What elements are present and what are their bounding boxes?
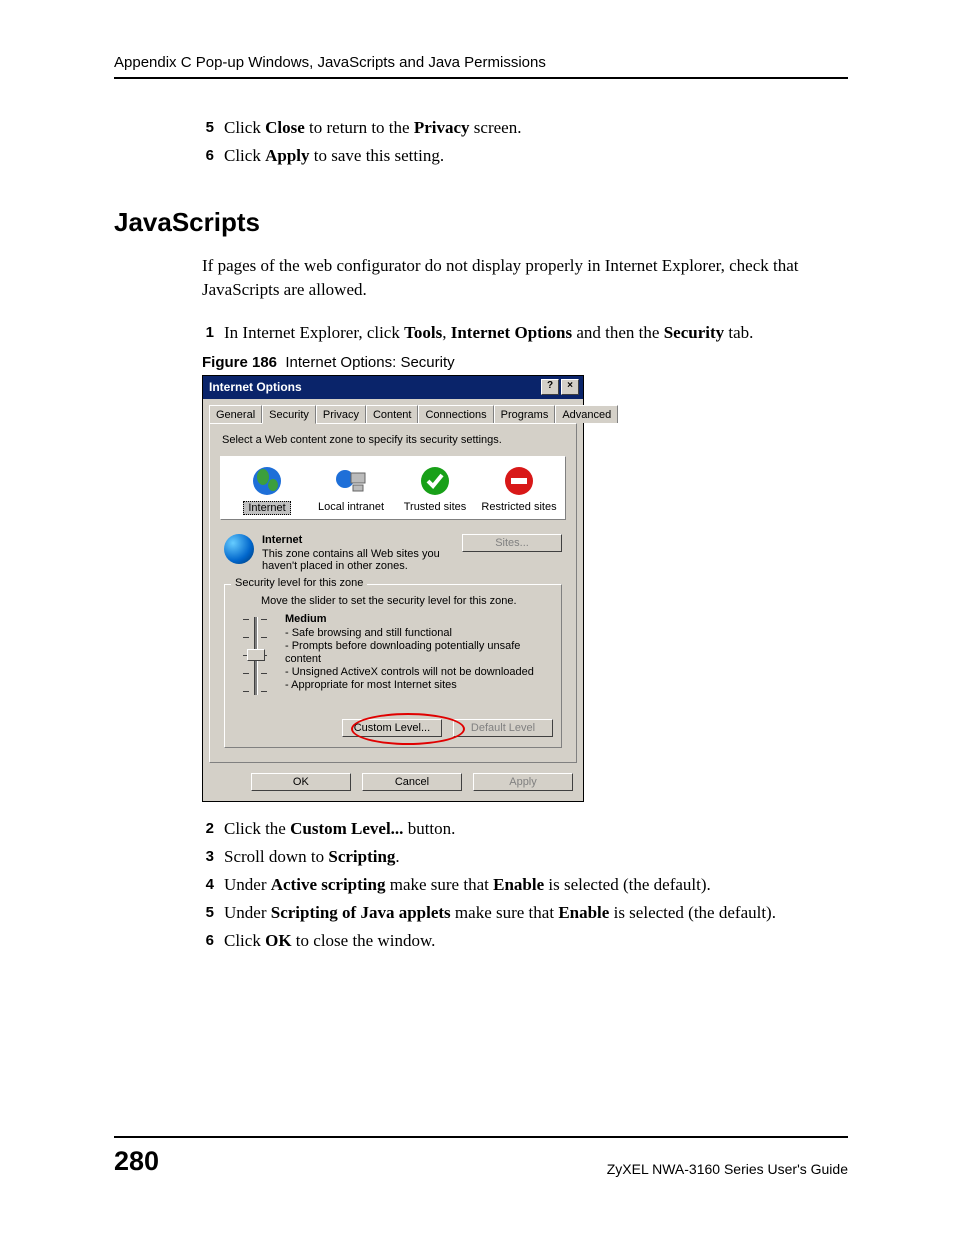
- tab-panel: Select a Web content zone to specify its…: [209, 423, 577, 763]
- close-icon[interactable]: ×: [561, 379, 579, 395]
- security-level-group: Security level for this zone Move the sl…: [224, 584, 562, 748]
- ok-button[interactable]: OK: [251, 773, 351, 791]
- help-icon[interactable]: ?: [541, 379, 559, 395]
- zone-detail-title: Internet: [262, 534, 454, 546]
- guide-title: ZyXEL NWA-3160 Series User's Guide: [607, 1161, 848, 1177]
- step-1: 1In Internet Explorer, click Tools, Inte…: [202, 320, 848, 346]
- zone-detail-text: This zone contains all Web sites you hav…: [262, 548, 440, 572]
- zone-label: Restricted sites: [481, 501, 556, 513]
- zone-trusted-sites[interactable]: Trusted sites: [393, 465, 477, 515]
- tab-advanced[interactable]: Advanced: [555, 405, 618, 423]
- tab-privacy[interactable]: Privacy: [316, 405, 366, 423]
- internet-options-dialog: Internet Options ? × GeneralSecurityPriv…: [202, 375, 584, 802]
- tab-programs[interactable]: Programs: [494, 405, 556, 423]
- intro-paragraph: If pages of the web configurator do not …: [202, 254, 848, 302]
- step-number: 5: [196, 115, 214, 141]
- security-description: Medium - Safe browsing and still functio…: [285, 613, 553, 701]
- apply-button[interactable]: Apply: [473, 773, 573, 791]
- figure-label: Figure 186: [202, 354, 277, 371]
- tab-connections[interactable]: Connections: [418, 405, 493, 423]
- step-number: 3: [196, 844, 214, 870]
- security-bullet: - Safe browsing and still functional: [285, 627, 553, 640]
- security-level-label: Medium: [285, 613, 553, 625]
- top-steps: 5Click Close to return to the Privacy sc…: [202, 115, 848, 169]
- tab-general[interactable]: General: [209, 405, 262, 423]
- custom-level-button[interactable]: Custom Level...: [342, 719, 442, 737]
- figure-caption-text: Internet Options: Security: [285, 354, 454, 371]
- zone-list: Internet Local intranet Trusted sites Restr…: [220, 456, 566, 520]
- bottom-steps: 2Click the Custom Level... button.3Scrol…: [202, 816, 848, 954]
- tab-content[interactable]: Content: [366, 405, 419, 423]
- step-number: 6: [196, 143, 214, 169]
- security-bullet: - Prompts before downloading potentially…: [285, 640, 553, 666]
- security-bullet: - Appropriate for most Internet sites: [285, 679, 553, 692]
- zone-detail: Internet This zone contains all Web site…: [224, 534, 562, 572]
- cancel-button[interactable]: Cancel: [362, 773, 462, 791]
- dialog-title: Internet Options: [209, 380, 539, 394]
- intranet-icon: [335, 465, 367, 497]
- step-number: 2: [196, 816, 214, 842]
- zone-label: Local intranet: [318, 501, 384, 513]
- dialog-titlebar: Internet Options ? ×: [203, 376, 583, 399]
- security-slider[interactable]: [233, 613, 277, 701]
- group-label: Security level for this zone: [231, 577, 367, 589]
- globe-icon: [251, 465, 283, 497]
- group-hint: Move the slider to set the security leve…: [261, 595, 553, 607]
- dialog-footer: OK Cancel Apply: [203, 769, 583, 801]
- figure-caption: Figure 186 Internet Options: Security: [202, 354, 848, 371]
- sites-button[interactable]: Sites...: [462, 534, 562, 552]
- step-number: 6: [196, 928, 214, 954]
- step-number: 4: [196, 872, 214, 898]
- zone-prompt: Select a Web content zone to specify its…: [222, 434, 566, 446]
- step-number: 1: [196, 320, 214, 346]
- page-footer: 280 ZyXEL NWA-3160 Series User's Guide: [114, 1136, 848, 1177]
- zone-restricted-sites[interactable]: Restricted sites: [477, 465, 561, 515]
- minus-icon: [503, 465, 535, 497]
- zone-label: Internet: [243, 501, 290, 515]
- tab-security[interactable]: Security: [262, 405, 316, 424]
- security-bullet: - Unsigned ActiveX controls will not be …: [285, 666, 553, 679]
- globe-icon: [224, 534, 254, 564]
- tab-strip: GeneralSecurityPrivacyContentConnections…: [209, 405, 577, 423]
- section-heading: JavaScripts: [114, 207, 848, 238]
- page-number: 280: [114, 1146, 607, 1177]
- running-header: Appendix C Pop-up Windows, JavaScripts a…: [114, 54, 848, 79]
- check-icon: [419, 465, 451, 497]
- zone-internet[interactable]: Internet: [225, 465, 309, 515]
- zone-local-intranet[interactable]: Local intranet: [309, 465, 393, 515]
- step-number: 5: [196, 900, 214, 926]
- default-level-button[interactable]: Default Level: [453, 719, 553, 737]
- zone-label: Trusted sites: [404, 501, 467, 513]
